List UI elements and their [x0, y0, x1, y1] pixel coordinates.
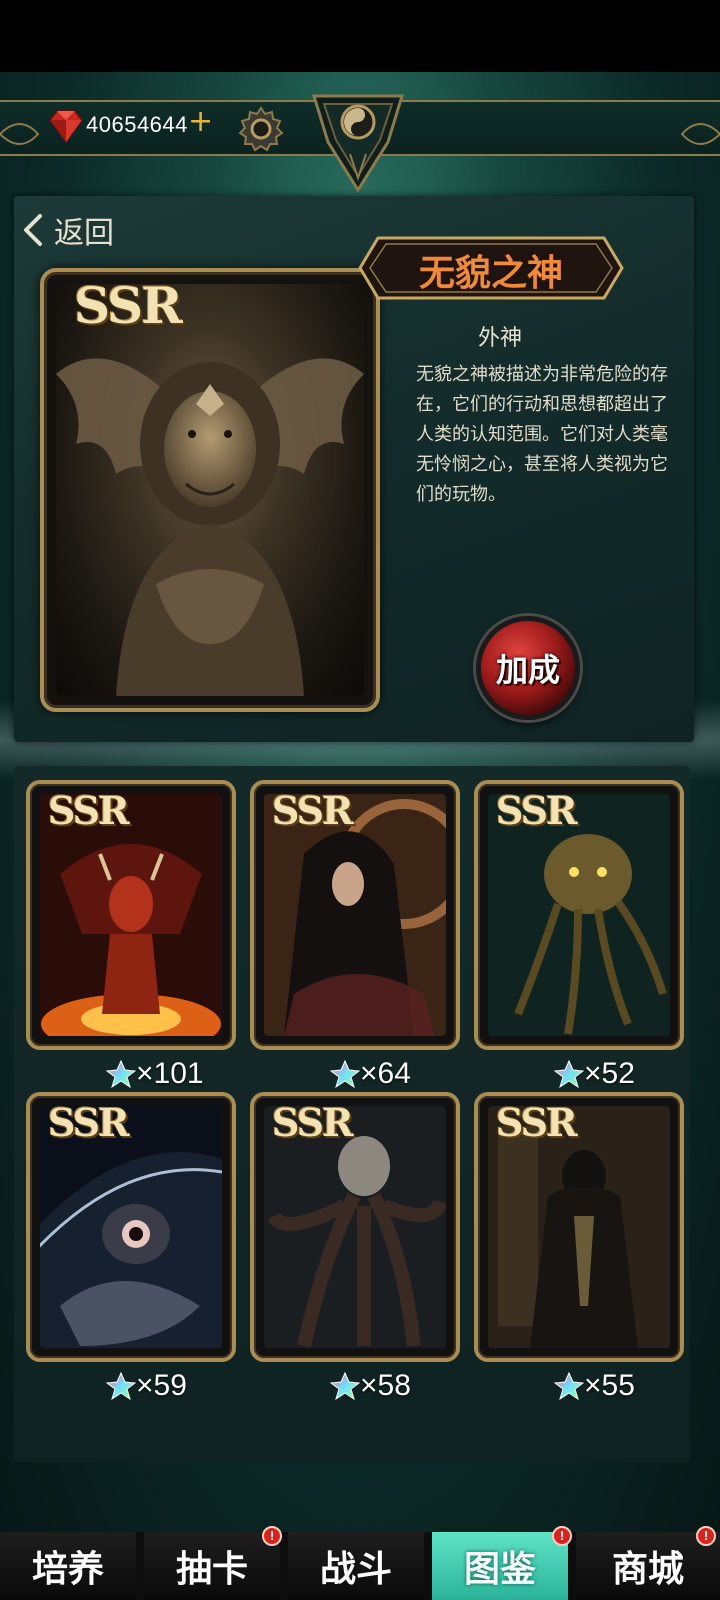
- tab-label: 培养: [31, 1548, 104, 1590]
- collection-card[interactable]: SSR ×59: [26, 1092, 236, 1402]
- card-count: ×101: [106, 1056, 204, 1092]
- card-count-value: ×101: [136, 1057, 204, 1090]
- rarity-badge: SSR: [272, 1100, 354, 1145]
- card-count: ×58: [330, 1368, 411, 1404]
- card-count: ×59: [106, 1368, 187, 1404]
- back-button[interactable]: 返回: [22, 210, 114, 251]
- card-count-value: ×55: [584, 1369, 635, 1402]
- rainbow-star-icon: [106, 1059, 136, 1089]
- card-count-value: ×64: [360, 1057, 411, 1090]
- rarity-badge: SSR: [496, 1100, 578, 1145]
- status-bar-area: [0, 0, 720, 72]
- collection-card[interactable]: SSR ×58: [250, 1092, 460, 1402]
- card-frame[interactable]: SSR: [26, 780, 236, 1050]
- card-count: ×64: [330, 1056, 411, 1092]
- rarity-badge: SSR: [496, 788, 578, 833]
- collection-card[interactable]: SSR ×52: [474, 780, 684, 1090]
- card-count-value: ×52: [584, 1057, 635, 1090]
- tab-codex[interactable]: 图鉴: [432, 1532, 568, 1600]
- tab-gacha[interactable]: 抽卡: [144, 1532, 280, 1600]
- collection-card[interactable]: SSR ×55: [474, 1092, 684, 1402]
- bottom-navigation: 培养 抽卡 战斗 图鉴 商城 ! ! !: [0, 1526, 720, 1600]
- rainbow-star-icon: [106, 1371, 136, 1401]
- tab-label: 图鉴: [463, 1548, 536, 1590]
- tab-cultivate[interactable]: 培养: [0, 1532, 136, 1600]
- rarity-badge: SSR: [74, 276, 183, 335]
- card-count-value: ×58: [360, 1369, 411, 1402]
- card-name: 无貌之神: [418, 252, 563, 294]
- card-frame[interactable]: SSR: [26, 1092, 236, 1362]
- bonus-button[interactable]: 加成: [476, 616, 580, 720]
- card-description: 无貌之神被描述为非常危险的存在，它们的行动和思想都超出了人类的认知范围。它们对人…: [416, 364, 668, 505]
- rainbow-star-icon: [330, 1371, 360, 1401]
- ornament-right-icon: [680, 123, 720, 145]
- card-type: 外神: [477, 326, 522, 351]
- featured-card: SSR: [40, 268, 380, 712]
- yin-yang-emblem-icon: [311, 94, 405, 193]
- rainbow-star-icon: [554, 1371, 584, 1401]
- tab-label: 商城: [611, 1548, 684, 1590]
- chevron-left-icon: [24, 214, 42, 246]
- rainbow-star-icon: [330, 1059, 360, 1089]
- ornament-left-icon: [0, 123, 40, 145]
- collection-card[interactable]: SSR ×101: [26, 780, 236, 1090]
- collection-card[interactable]: SSR ×64: [250, 780, 460, 1090]
- settings-gear-icon[interactable]: [236, 104, 286, 154]
- tab-label: 战斗: [319, 1548, 392, 1590]
- card-count: ×55: [554, 1368, 635, 1404]
- tab-battle[interactable]: 战斗: [288, 1532, 424, 1600]
- card-frame[interactable]: SSR: [474, 780, 684, 1050]
- rainbow-star-icon: [554, 1059, 584, 1089]
- card-frame[interactable]: SSR: [250, 780, 460, 1050]
- add-currency-button[interactable]: +: [188, 107, 213, 137]
- back-label: 返回: [54, 216, 114, 251]
- gem-count: 40654644: [86, 112, 188, 137]
- tab-label: 抽卡: [175, 1548, 248, 1590]
- card-frame[interactable]: SSR: [474, 1092, 684, 1362]
- top-resource-bar: 40654644 +: [0, 82, 720, 193]
- rarity-badge: SSR: [48, 1100, 130, 1145]
- ruby-gem-icon: [49, 110, 83, 144]
- card-count-value: ×59: [136, 1369, 187, 1402]
- rarity-badge: SSR: [272, 788, 354, 833]
- notification-badge: !: [552, 1526, 572, 1546]
- winged-lion-illustration: [56, 358, 364, 696]
- notification-badge: !: [262, 1526, 282, 1546]
- card-frame[interactable]: SSR: [250, 1092, 460, 1362]
- winged-lion-artwork: [56, 284, 364, 696]
- rarity-badge: SSR: [48, 788, 130, 833]
- card-count: ×52: [554, 1056, 635, 1092]
- notification-badge: !: [696, 1526, 716, 1546]
- bonus-label: 加成: [495, 651, 560, 689]
